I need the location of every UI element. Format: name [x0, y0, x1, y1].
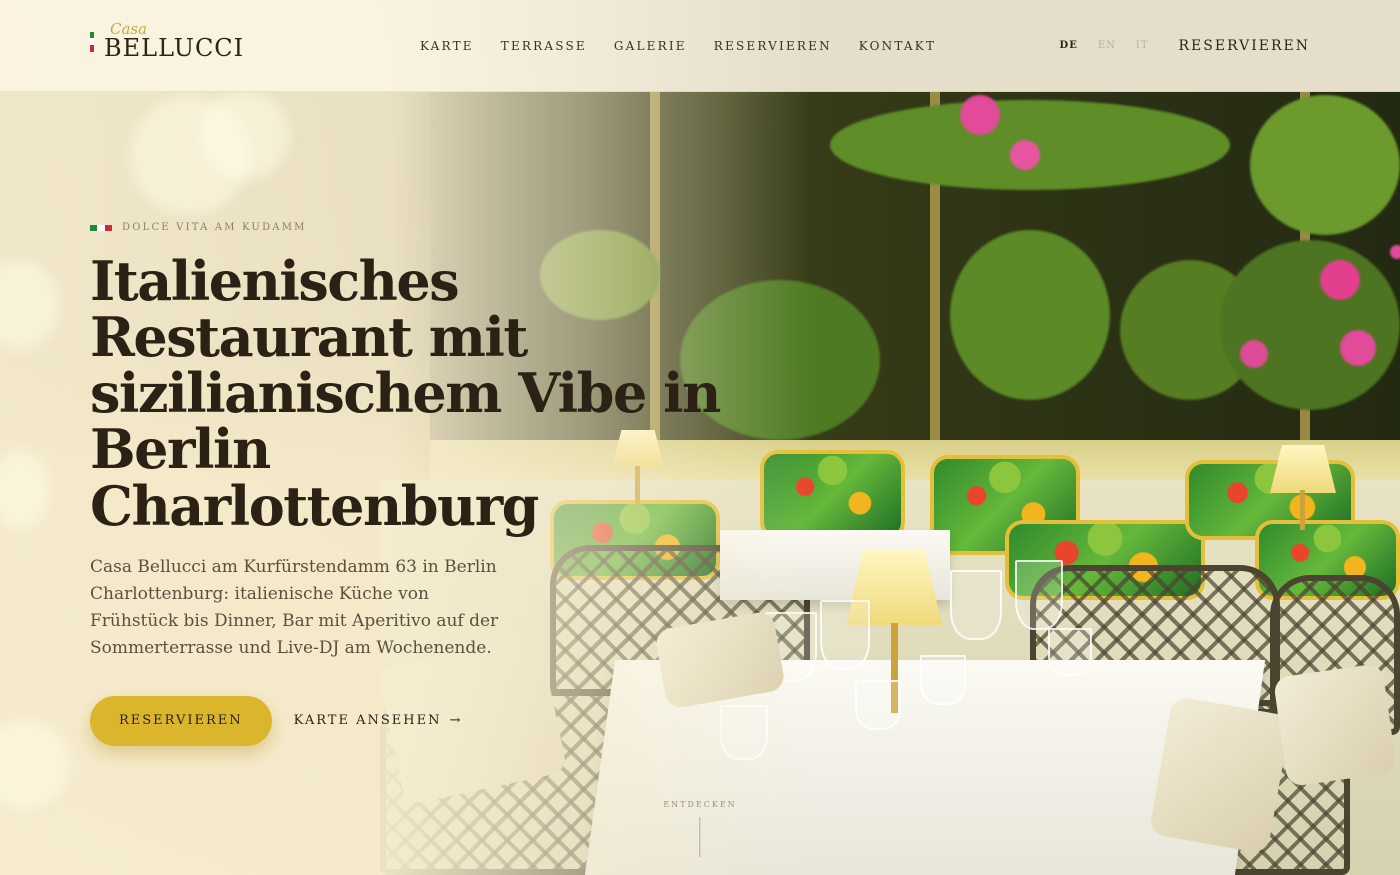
italian-flag-icon	[90, 224, 112, 231]
scroll-line	[699, 817, 701, 857]
view-menu-link[interactable]: KARTE ANSEHEN →	[294, 713, 463, 728]
italian-flag-icon	[90, 31, 94, 52]
nav-item-karte[interactable]: KARTE	[420, 39, 474, 53]
view-menu-label: KARTE ANSEHEN	[293, 713, 442, 729]
hero-headline: Italienisches Restaurant mit sizilianisc…	[90, 249, 721, 538]
brand-logo[interactable]: Casa BELLUCCI	[90, 21, 420, 62]
scroll-indicator[interactable]: ENTDECKEN	[663, 800, 736, 857]
header-reserve-button[interactable]: RESERVIEREN	[1179, 38, 1310, 54]
bokeh-light	[200, 90, 290, 180]
main-nav: KARTE TERRASSE GALERIE RESERVIEREN KONTA…	[420, 39, 936, 53]
arrow-right-icon: →	[449, 713, 463, 729]
eyebrow-text: DOLCE VITA AM KUDAMM	[122, 222, 307, 233]
nav-item-galerie[interactable]: GALERIE	[614, 39, 687, 53]
lang-switch-en[interactable]: EN	[1098, 40, 1116, 51]
hero-eyebrow: DOLCE VITA AM KUDAMM	[90, 222, 730, 233]
hero-lead-text: Casa Bellucci am Kurfürstendamm 63 in Be…	[90, 556, 499, 658]
brand-name: BELLUCCI	[104, 33, 245, 62]
brand-script: Casa	[110, 19, 148, 38]
scroll-hint-label: ENTDECKEN	[663, 800, 737, 809]
lang-switch-it[interactable]: IT	[1136, 40, 1149, 51]
nav-item-terrasse[interactable]: TERRASSE	[501, 39, 587, 53]
nav-item-kontakt[interactable]: KONTAKT	[859, 39, 936, 53]
reserve-button[interactable]: RESERVIEREN	[90, 695, 272, 746]
header-actions: DE EN IT RESERVIEREN	[1060, 38, 1310, 54]
hero-section: DOLCE VITA AM KUDAMM Italienisches Resta…	[90, 222, 730, 746]
nav-item-reservieren[interactable]: RESERVIEREN	[714, 39, 832, 53]
hero-cta-row: RESERVIEREN KARTE ANSEHEN →	[90, 695, 730, 746]
lang-switch-de[interactable]: DE	[1060, 40, 1078, 51]
site-header: Casa BELLUCCI KARTE TERRASSE GALERIE RES…	[0, 0, 1400, 92]
